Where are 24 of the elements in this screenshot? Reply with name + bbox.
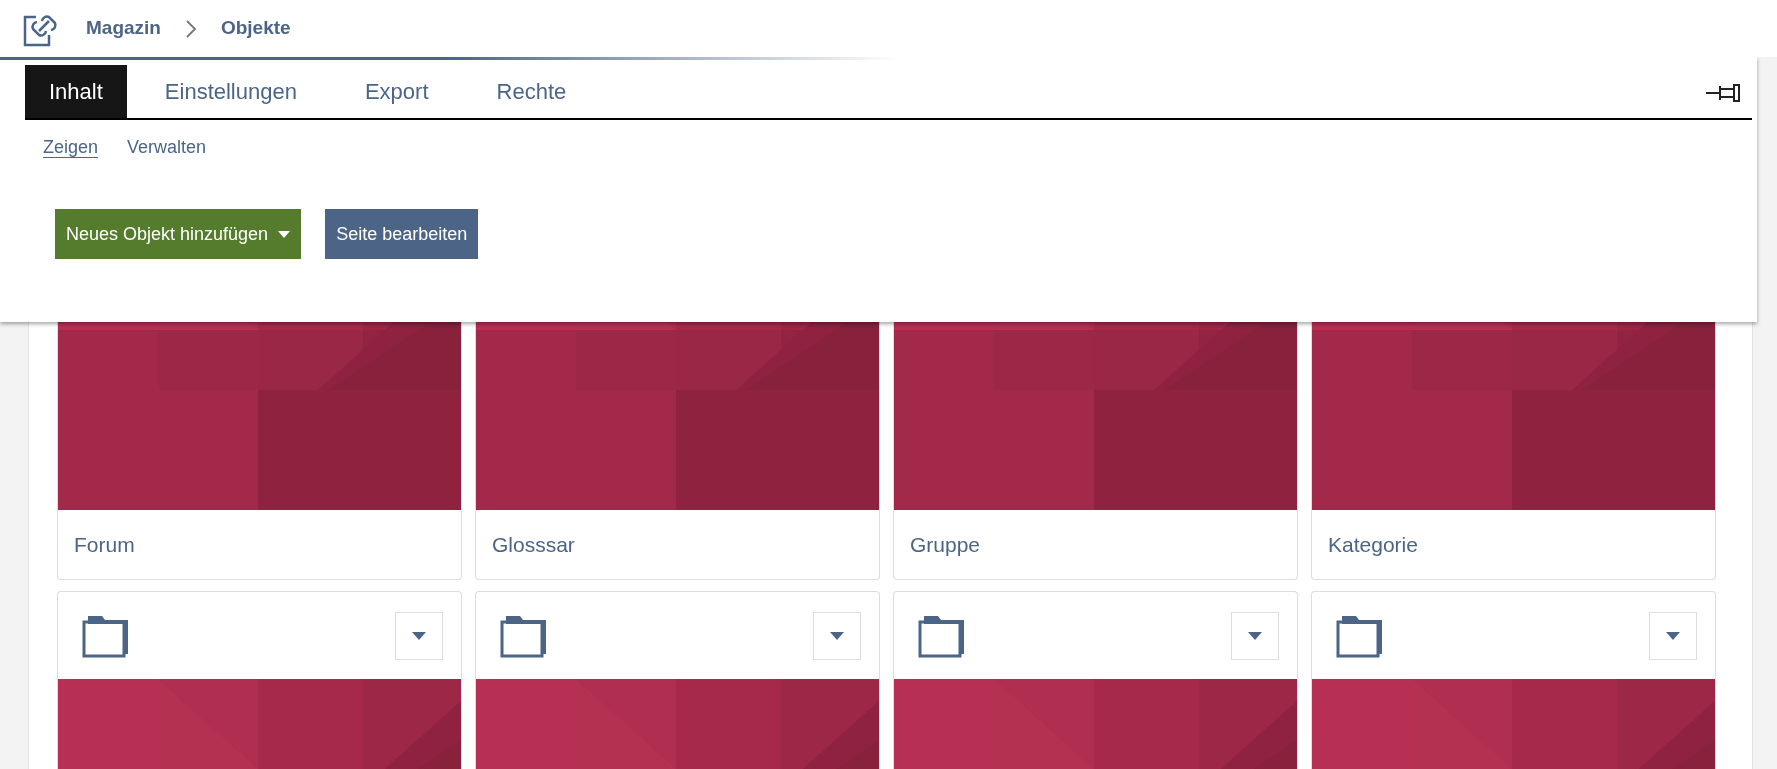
card-title[interactable]: Forum xyxy=(74,528,135,561)
caret-icon xyxy=(278,230,291,238)
breadcrumb-link[interactable]: Magazin xyxy=(86,14,161,43)
caret-icon xyxy=(1666,631,1680,640)
dropdown-button[interactable] xyxy=(813,611,861,660)
breadcrumb-link[interactable]: Objekte xyxy=(220,14,291,43)
edit-page-button[interactable]: Seite bearbeiten xyxy=(325,209,479,259)
tab[interactable]: Einstellungen xyxy=(134,65,327,118)
dropdown-button[interactable] xyxy=(1231,611,1279,660)
subtab-link[interactable]: Verwalten xyxy=(127,134,207,161)
card-title[interactable]: Gruppe xyxy=(910,528,981,561)
tab[interactable]: Inhalt xyxy=(25,65,127,118)
tab[interactable]: Rechte xyxy=(466,65,597,118)
add-object-button[interactable]: Neues Objekt hinzufügen xyxy=(55,209,302,259)
dropdown-button[interactable] xyxy=(395,611,443,660)
card-title[interactable]: Kategorie xyxy=(1328,528,1418,561)
chevron-right-icon xyxy=(184,18,197,39)
caret-icon xyxy=(830,631,844,640)
subtab-link[interactable]: Zeigen xyxy=(43,134,99,161)
dropdown-button[interactable] xyxy=(1649,611,1697,660)
card-title[interactable]: Glosssar xyxy=(492,528,575,561)
caret-icon xyxy=(1248,631,1262,640)
caret-icon xyxy=(412,631,426,640)
tab[interactable]: Export xyxy=(334,65,459,118)
